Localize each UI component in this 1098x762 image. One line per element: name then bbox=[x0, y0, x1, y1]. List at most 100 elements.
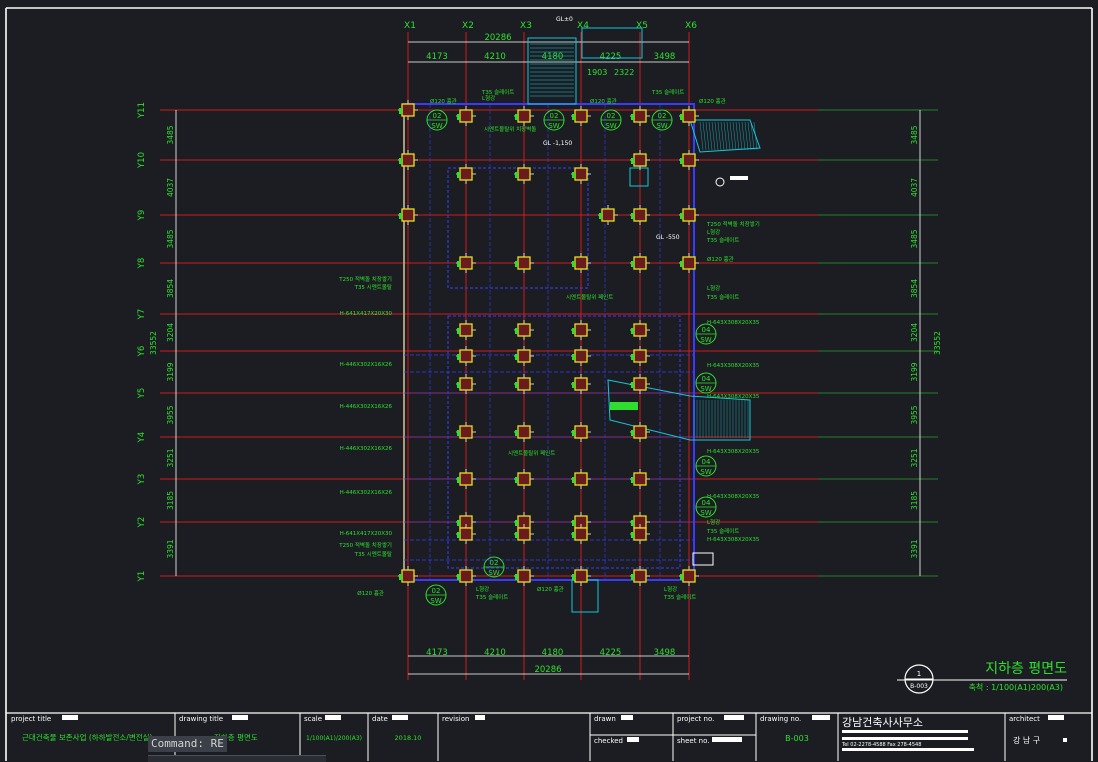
annotation-text: T35 슬레이트 bbox=[475, 593, 508, 601]
wall-tag-type: SW bbox=[431, 122, 442, 130]
annotation-text: T35 시멘트몰탈 bbox=[354, 550, 392, 558]
annotation-text: Ø120 흄관 bbox=[357, 589, 384, 597]
dim-total-right: 33552 bbox=[933, 331, 942, 355]
axis-label-left: Y8 bbox=[137, 258, 147, 270]
dim-top: 4225 bbox=[600, 52, 622, 62]
annotation-text: L형강 bbox=[476, 586, 489, 593]
dim-left: 4037 bbox=[166, 178, 175, 197]
column bbox=[574, 167, 588, 181]
column bbox=[517, 256, 531, 270]
dim-top: 4210 bbox=[484, 52, 506, 62]
annotation-text: H-446X302X16X26 bbox=[340, 446, 393, 452]
wall-tag-number: 04 bbox=[702, 326, 711, 334]
title-bubble-number: 1 bbox=[917, 670, 921, 678]
column-tag bbox=[572, 477, 575, 483]
column-tag bbox=[515, 532, 518, 538]
axis-label-top: X6 bbox=[685, 21, 697, 31]
annotation-text: H-643X308X20X35 bbox=[707, 394, 760, 400]
column-tag bbox=[457, 382, 460, 388]
annotation-text: T35 슬레이트 bbox=[706, 293, 739, 301]
wall-tag-number: 02 bbox=[658, 112, 667, 120]
wall-tag-type: SW bbox=[548, 122, 559, 130]
column bbox=[517, 323, 531, 337]
dim-left: 3485 bbox=[166, 125, 175, 144]
annotation-text: Ø120 흄관 bbox=[590, 97, 617, 105]
axis-label-left: Y7 bbox=[137, 309, 147, 321]
level-label: GL -550 bbox=[656, 234, 680, 241]
column-tag bbox=[631, 354, 634, 360]
wall-tag-type: SW bbox=[656, 122, 667, 130]
column bbox=[574, 425, 588, 439]
column bbox=[574, 569, 588, 583]
dim-right: 3185 bbox=[910, 491, 919, 510]
column-tag bbox=[457, 172, 460, 178]
dim-right: 3204 bbox=[910, 323, 919, 342]
column bbox=[633, 472, 647, 486]
column-tag bbox=[515, 354, 518, 360]
column-tag bbox=[680, 158, 683, 164]
column bbox=[574, 377, 588, 391]
annotation-text: T35 슬레이트 bbox=[481, 88, 514, 96]
label-checked: checked bbox=[594, 737, 623, 745]
axis-label-top: X3 bbox=[520, 21, 532, 31]
column bbox=[633, 569, 647, 583]
label-revision: revision bbox=[442, 715, 469, 723]
annotation-text: H-643X308X20X35 bbox=[707, 320, 760, 326]
wall-tag-type: SW bbox=[700, 385, 711, 393]
column bbox=[517, 425, 531, 439]
axis-label-top: X2 bbox=[462, 21, 474, 31]
column bbox=[517, 527, 531, 541]
dim-left: 3199 bbox=[166, 362, 175, 381]
annotation-text: T250 적벽돌 치장쌓기 bbox=[338, 275, 392, 283]
axis-label-left: Y11 bbox=[137, 102, 147, 119]
wall-tag-number: 02 bbox=[432, 587, 441, 595]
annotation-text: H-643X308X20X35 bbox=[707, 363, 760, 369]
column bbox=[401, 569, 415, 583]
axis-label-left: Y9 bbox=[137, 210, 147, 222]
annotation-text: Ø120 흄관 bbox=[707, 255, 734, 263]
column bbox=[633, 349, 647, 363]
label-drawing-no: drawing no. bbox=[760, 715, 801, 723]
level-label: GL±0 bbox=[556, 16, 573, 23]
dim-left: 3185 bbox=[166, 491, 175, 510]
column bbox=[633, 208, 647, 222]
annotation-text: L형강 bbox=[664, 586, 677, 593]
column-tag bbox=[680, 574, 683, 580]
dim-left: 3204 bbox=[166, 323, 175, 342]
column bbox=[682, 256, 696, 270]
column bbox=[633, 256, 647, 270]
dim-top: 4180 bbox=[542, 52, 564, 62]
level-label: GL -1,150 bbox=[543, 140, 572, 147]
column-tag bbox=[572, 354, 575, 360]
axis-label-left: Y5 bbox=[137, 388, 147, 400]
column bbox=[401, 103, 415, 117]
column bbox=[682, 208, 696, 222]
annotation-text: Ø120 흄관 bbox=[699, 97, 726, 105]
column bbox=[459, 109, 473, 123]
label-architect: architect bbox=[1009, 715, 1040, 723]
command-line[interactable]: Command: RE bbox=[148, 736, 227, 752]
column-tag bbox=[457, 114, 460, 120]
marker-block bbox=[610, 402, 638, 410]
annotation-text: T35 슬레이트 bbox=[706, 236, 739, 244]
column-tag bbox=[572, 520, 575, 526]
column bbox=[459, 472, 473, 486]
annotation-text: T250 적벽돌 치장쌓기 bbox=[338, 541, 392, 549]
label-project-no: project no. bbox=[677, 715, 714, 723]
column-tag bbox=[631, 114, 634, 120]
column bbox=[633, 377, 647, 391]
dim-bottom: 4225 bbox=[600, 648, 622, 658]
column bbox=[574, 323, 588, 337]
column-tag bbox=[572, 574, 575, 580]
annotation-text: L형강 bbox=[707, 519, 720, 526]
column bbox=[517, 109, 531, 123]
annotation-text: H-643X308X20X35 bbox=[707, 449, 760, 455]
column-tag bbox=[631, 213, 634, 219]
drawing-canvas[interactable]: X1 X2 X3 X4 X5 X6Y11Y10Y9Y8Y7Y6Y5Y4Y3Y2Y1 202… bbox=[0, 0, 1098, 761]
dim-left: 3955 bbox=[166, 405, 175, 424]
column-tag bbox=[631, 382, 634, 388]
column-tag bbox=[631, 261, 634, 267]
column-tag bbox=[572, 532, 575, 538]
column bbox=[459, 167, 473, 181]
column bbox=[459, 569, 473, 583]
